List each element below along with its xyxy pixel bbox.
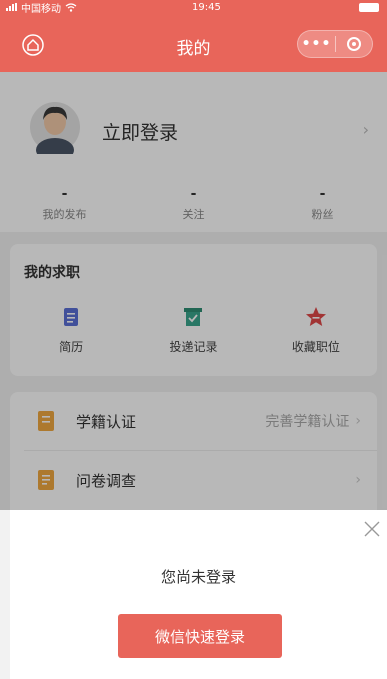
miniprogram-capsule: ••• [297, 30, 373, 58]
login-sheet: 您尚未登录 微信快速登录 [10, 510, 387, 679]
modal-backdrop[interactable] [0, 72, 387, 510]
battery-icon [359, 2, 379, 12]
exit-miniprogram-button[interactable] [336, 37, 372, 51]
wechat-login-button[interactable]: 微信快速登录 [118, 614, 282, 658]
wifi-icon [65, 2, 77, 12]
more-button[interactable]: ••• [298, 31, 335, 57]
target-icon [346, 37, 361, 51]
carrier-label: 中国移动 [21, 3, 61, 15]
nav-bar: 我的 ••• [0, 14, 387, 72]
status-time: 19:45 [192, 1, 221, 13]
sheet-title: 您尚未登录 [160, 568, 236, 586]
phone-screen: 中国移动 19:45 我的 ••• 立即登录 › - 我的发布 - 关注 - 粉… [0, 0, 387, 679]
close-icon[interactable] [363, 520, 381, 538]
status-bar: 中国移动 19:45 [0, 0, 387, 15]
signal-icon [6, 3, 17, 11]
